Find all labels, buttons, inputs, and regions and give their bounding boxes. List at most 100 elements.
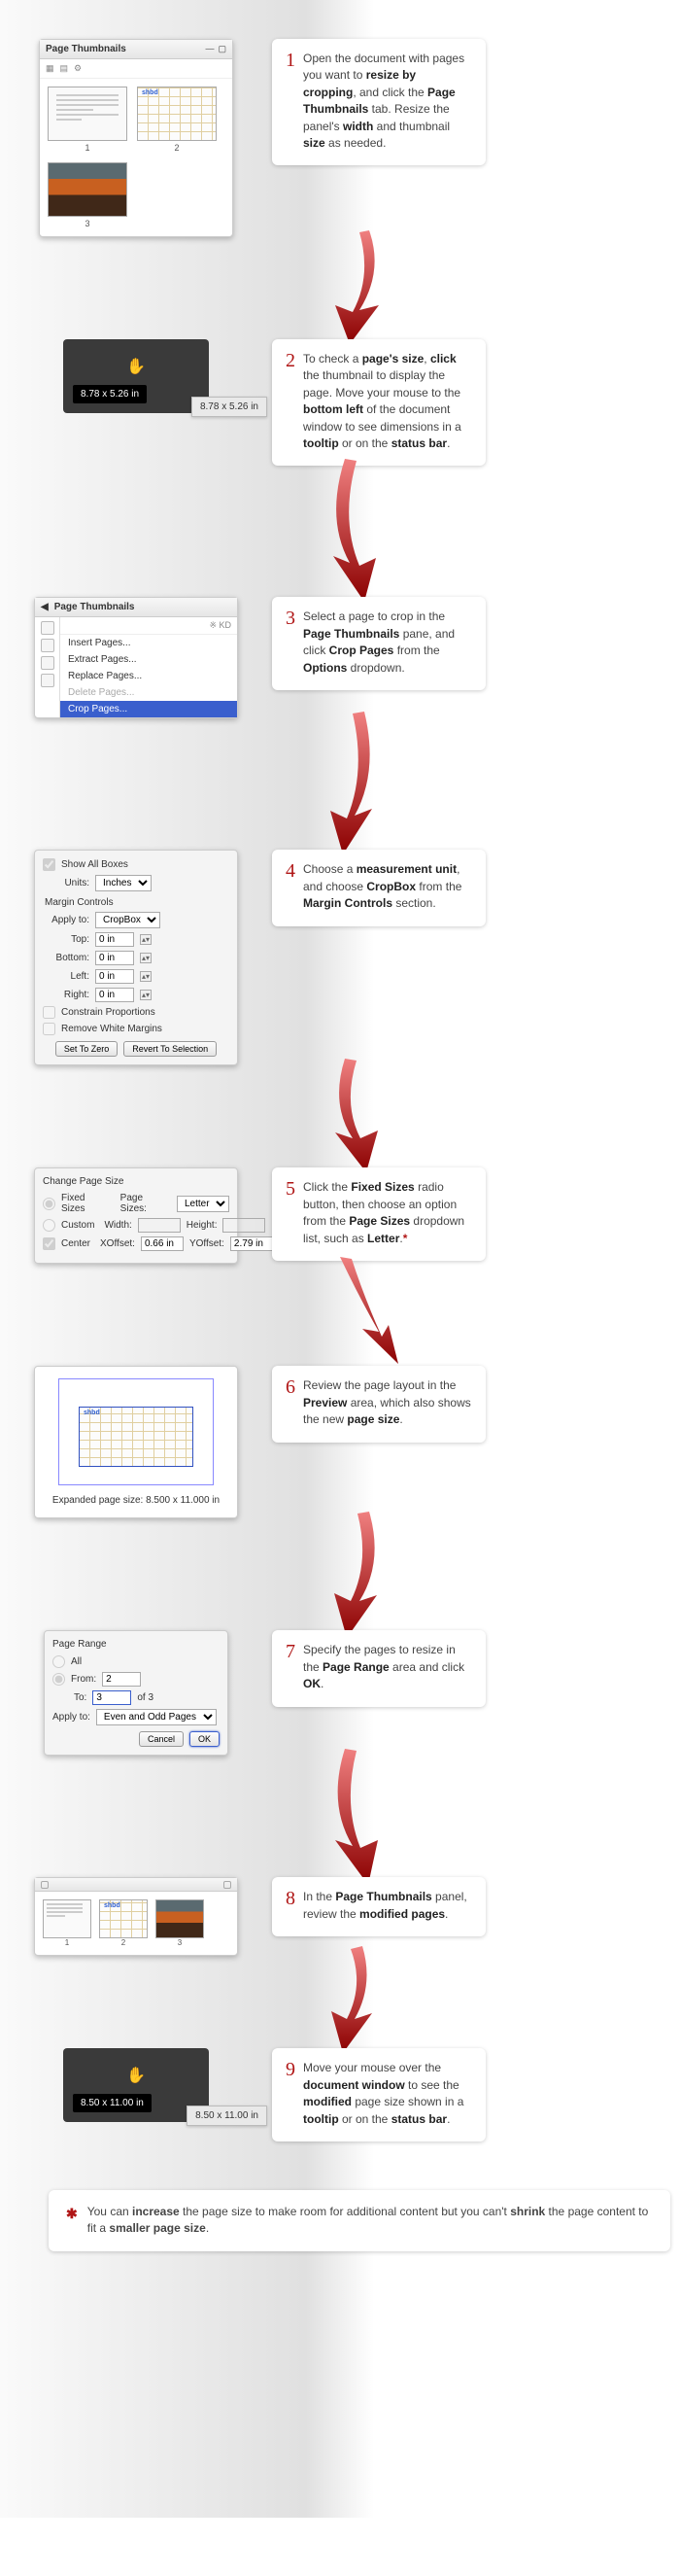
top-input[interactable] xyxy=(95,932,134,947)
step-card-7: 7 Specify the pages to resize in the Pag… xyxy=(272,1630,486,1706)
spinner-icon[interactable]: ▴▾ xyxy=(140,990,152,1000)
menu-insert-pages[interactable]: Insert Pages... xyxy=(60,635,237,651)
size-tooltip: 8.50 x 11.00 in xyxy=(73,2094,152,2112)
removewhite-checkbox[interactable] xyxy=(43,1023,55,1035)
fixed-sizes-radio[interactable] xyxy=(43,1198,55,1210)
step-card-9: 9 Move your mouse over the document wind… xyxy=(272,2048,486,2141)
step-text: Click the Fixed Sizes radio button, then… xyxy=(303,1179,472,1247)
menu-crop-pages[interactable]: Crop Pages... xyxy=(60,701,237,717)
right-label: Right: xyxy=(43,990,89,1000)
step-card-2: 2 To check a page's size, click the thum… xyxy=(272,339,486,466)
applyto-select[interactable]: Even and Odd Pages xyxy=(96,1709,217,1725)
width-label: Width: xyxy=(104,1220,131,1231)
page-range-panel: Page Range All From: To: of 3 Apply to: … xyxy=(44,1630,228,1756)
step-card-1: 1 Open the document with pages you want … xyxy=(272,39,486,165)
revert-button[interactable]: Revert To Selection xyxy=(123,1041,217,1057)
show-all-label: Show All Boxes xyxy=(61,859,128,870)
top-label: Top: xyxy=(43,934,89,945)
step-text: Move your mouse over the document window… xyxy=(303,2060,472,2128)
thumbnail[interactable]: 2 xyxy=(99,1899,148,1947)
pagesizes-select[interactable]: Letter xyxy=(177,1196,229,1212)
right-input[interactable] xyxy=(95,988,134,1002)
step-text: Select a page to crop in the Page Thumbn… xyxy=(303,609,472,677)
center-checkbox[interactable] xyxy=(43,1237,55,1250)
xoffset-input[interactable] xyxy=(141,1236,184,1251)
step-card-8: 8 In the Page Thumbnails panel, review t… xyxy=(272,1877,486,1936)
panel-toolbar: ▦ ▤ ⚙ xyxy=(40,59,232,79)
thumbnail[interactable]: 3 xyxy=(155,1899,204,1947)
from-radio[interactable] xyxy=(52,1673,65,1686)
panel-heading: Page Range xyxy=(52,1639,220,1650)
bottom-input[interactable] xyxy=(95,951,134,965)
custom-label: Custom xyxy=(61,1220,94,1231)
spinner-icon[interactable]: ▴▾ xyxy=(140,934,152,945)
footnote-text: You can increase the page size to make r… xyxy=(87,2204,653,2238)
step-number: 7 xyxy=(286,1642,295,1661)
document-window-corner: ✋ 8.78 x 5.26 in 8.78 x 5.26 in xyxy=(63,339,209,413)
arrow-icon xyxy=(287,1941,413,2058)
left-input[interactable] xyxy=(95,969,134,984)
toolbar-icon[interactable]: ▦ xyxy=(46,63,54,74)
step-text: To check a page's size, click the thumbn… xyxy=(303,351,472,452)
constrain-checkbox[interactable] xyxy=(43,1006,55,1019)
step-number: 9 xyxy=(286,2060,295,2079)
thumb-label: 1 xyxy=(48,143,127,153)
side-icons xyxy=(35,617,60,717)
menu-replace-pages[interactable]: Replace Pages... xyxy=(60,668,237,684)
page-thumbnails-panel: Page Thumbnails —▢ ▦ ▤ ⚙ 1 2 3 xyxy=(39,39,233,237)
units-select[interactable]: Inches xyxy=(95,875,152,891)
removewhite-label: Remove White Margins xyxy=(61,1024,162,1034)
toolbar-icon[interactable] xyxy=(41,639,54,652)
height-input[interactable] xyxy=(222,1218,265,1233)
thumbnail[interactable]: 2 xyxy=(137,87,217,153)
toolbar-icon xyxy=(41,1881,49,1889)
toolbar-icon[interactable] xyxy=(41,621,54,635)
menu-extract-pages[interactable]: Extract Pages... xyxy=(60,651,237,668)
to-label: To: xyxy=(74,1692,86,1703)
from-input[interactable] xyxy=(102,1672,141,1687)
back-icon[interactable]: ◀ xyxy=(41,602,49,612)
xoffset-label: XOffset: xyxy=(100,1238,135,1249)
toolbar-icon[interactable]: ▤ xyxy=(60,63,69,74)
pagesizes-label: Page Sizes: xyxy=(120,1193,171,1214)
toolbar-icon[interactable] xyxy=(41,656,54,670)
panel-controls: —▢ xyxy=(205,44,226,54)
thumbnail[interactable]: 1 xyxy=(43,1899,91,1947)
custom-radio[interactable] xyxy=(43,1219,55,1232)
toolbar-icon[interactable]: ⚙ xyxy=(74,63,82,74)
spinner-icon[interactable]: ▴▾ xyxy=(140,971,152,982)
yoffset-input[interactable] xyxy=(230,1236,273,1251)
width-input[interactable] xyxy=(138,1218,181,1233)
cancel-button[interactable]: Cancel xyxy=(139,1731,184,1747)
show-all-boxes-panel: Show All Boxes Units: Inches Margin Cont… xyxy=(34,850,238,1065)
bottom-label: Bottom: xyxy=(43,953,89,963)
from-label: From: xyxy=(71,1674,96,1685)
all-radio[interactable] xyxy=(52,1655,65,1668)
show-all-checkbox[interactable] xyxy=(43,858,55,871)
fixed-sizes-label: Fixed Sizes xyxy=(61,1193,111,1214)
crop-outline xyxy=(79,1407,193,1467)
size-statusbar: 8.50 x 11.00 in xyxy=(187,2106,267,2126)
panel-title: Page Thumbnails xyxy=(46,44,126,54)
to-input[interactable] xyxy=(92,1690,131,1705)
arrow-icon xyxy=(287,223,413,349)
step-card-5: 5 Click the Fixed Sizes radio button, th… xyxy=(272,1167,486,1261)
ok-button[interactable]: OK xyxy=(189,1731,220,1747)
step-number: 8 xyxy=(286,1889,295,1908)
menu-delete-pages: Delete Pages... xyxy=(60,684,237,701)
arrow-icon xyxy=(287,1249,413,1375)
applyto-select[interactable]: CropBox xyxy=(95,912,160,928)
spinner-icon[interactable]: ▴▾ xyxy=(140,953,152,963)
step-number: 1 xyxy=(286,51,295,70)
thumb-label: 2 xyxy=(137,143,217,153)
of-label: of 3 xyxy=(137,1692,153,1703)
toolbar-icon[interactable] xyxy=(41,674,54,687)
thumbnail[interactable]: 3 xyxy=(48,162,127,228)
step-number: 2 xyxy=(286,351,295,370)
thumb-label: 3 xyxy=(155,1938,204,1947)
step-number: 5 xyxy=(286,1179,295,1199)
size-statusbar: 8.78 x 5.26 in xyxy=(191,397,267,417)
set-to-zero-button[interactable]: Set To Zero xyxy=(55,1041,118,1057)
arrow-icon xyxy=(287,1504,413,1640)
thumbnail[interactable]: 1 xyxy=(48,87,127,153)
